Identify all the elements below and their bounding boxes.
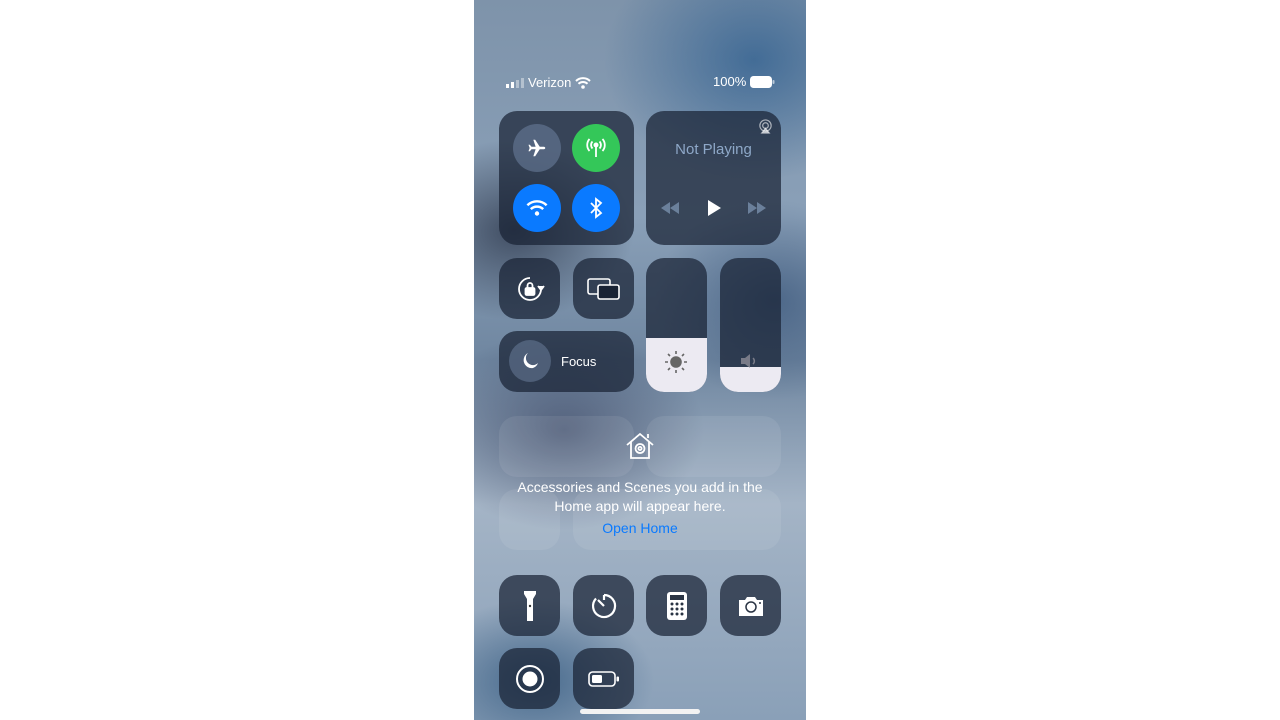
timer-button[interactable] xyxy=(573,575,634,636)
flashlight-button[interactable] xyxy=(499,575,560,636)
screen-mirroring-button[interactable] xyxy=(573,258,634,319)
calculator-icon xyxy=(666,591,687,620)
airplane-icon xyxy=(528,139,546,157)
volume-fill xyxy=(720,366,781,392)
airplay-icon[interactable] xyxy=(758,119,773,134)
screen-mirroring-icon xyxy=(586,277,620,300)
media-title: Not Playing xyxy=(675,141,752,158)
connectivity-module xyxy=(499,111,634,245)
bluetooth-icon xyxy=(590,197,603,219)
home-message: Accessories and Scenes you add in the Ho… xyxy=(474,478,806,516)
camera-icon xyxy=(738,596,763,616)
orientation-lock-icon xyxy=(517,276,545,301)
wifi-icon xyxy=(575,76,592,89)
wifi-toggle[interactable] xyxy=(513,184,561,232)
status-bar-left: Verizon xyxy=(506,75,592,90)
camera-button[interactable] xyxy=(720,575,781,636)
screen-record-icon xyxy=(515,664,544,693)
home-indicator[interactable] xyxy=(580,709,700,714)
airplane-mode-toggle[interactable] xyxy=(513,124,561,172)
calculator-button[interactable] xyxy=(646,575,707,636)
play-icon[interactable] xyxy=(706,200,722,216)
battery-icon xyxy=(750,75,775,88)
low-power-mode-icon xyxy=(587,670,619,687)
timer-icon xyxy=(591,593,616,618)
moon-icon xyxy=(523,353,538,369)
screen-record-button[interactable] xyxy=(499,648,560,709)
wifi-icon xyxy=(526,200,548,216)
focus-icon-circle xyxy=(509,340,551,382)
speaker-icon xyxy=(741,354,756,368)
open-home-link[interactable]: Open Home xyxy=(474,520,806,536)
home-icon xyxy=(626,432,654,459)
carrier-name: Verizon xyxy=(528,75,572,90)
sun-icon xyxy=(665,351,687,373)
focus-button[interactable]: Focus xyxy=(499,331,634,392)
brightness-slider[interactable] xyxy=(646,258,707,392)
status-bar-right: 100% xyxy=(713,74,775,89)
battery-percentage: 100% xyxy=(713,74,747,89)
fast-forward-icon[interactable] xyxy=(747,202,767,214)
home-message-line2: Home app will appear here. xyxy=(554,498,726,514)
flashlight-icon xyxy=(523,590,536,621)
focus-label: Focus xyxy=(561,354,597,369)
home-message-line1: Accessories and Scenes you add in the xyxy=(517,479,763,495)
cellular-signal-icon xyxy=(506,77,524,88)
cellular-data-toggle[interactable] xyxy=(572,124,620,172)
now-playing-module[interactable]: Not Playing xyxy=(646,111,781,245)
bluetooth-toggle[interactable] xyxy=(572,184,620,232)
control-center: Verizon 100% Not Playing Focus Accessori… xyxy=(474,0,806,720)
cellular-antenna-icon xyxy=(586,138,606,157)
rewind-icon[interactable] xyxy=(660,202,680,214)
volume-slider[interactable] xyxy=(720,258,781,392)
orientation-lock-button[interactable] xyxy=(499,258,560,319)
low-power-mode-button[interactable] xyxy=(573,648,634,709)
home-placeholder xyxy=(499,416,634,477)
home-placeholder xyxy=(646,416,781,477)
